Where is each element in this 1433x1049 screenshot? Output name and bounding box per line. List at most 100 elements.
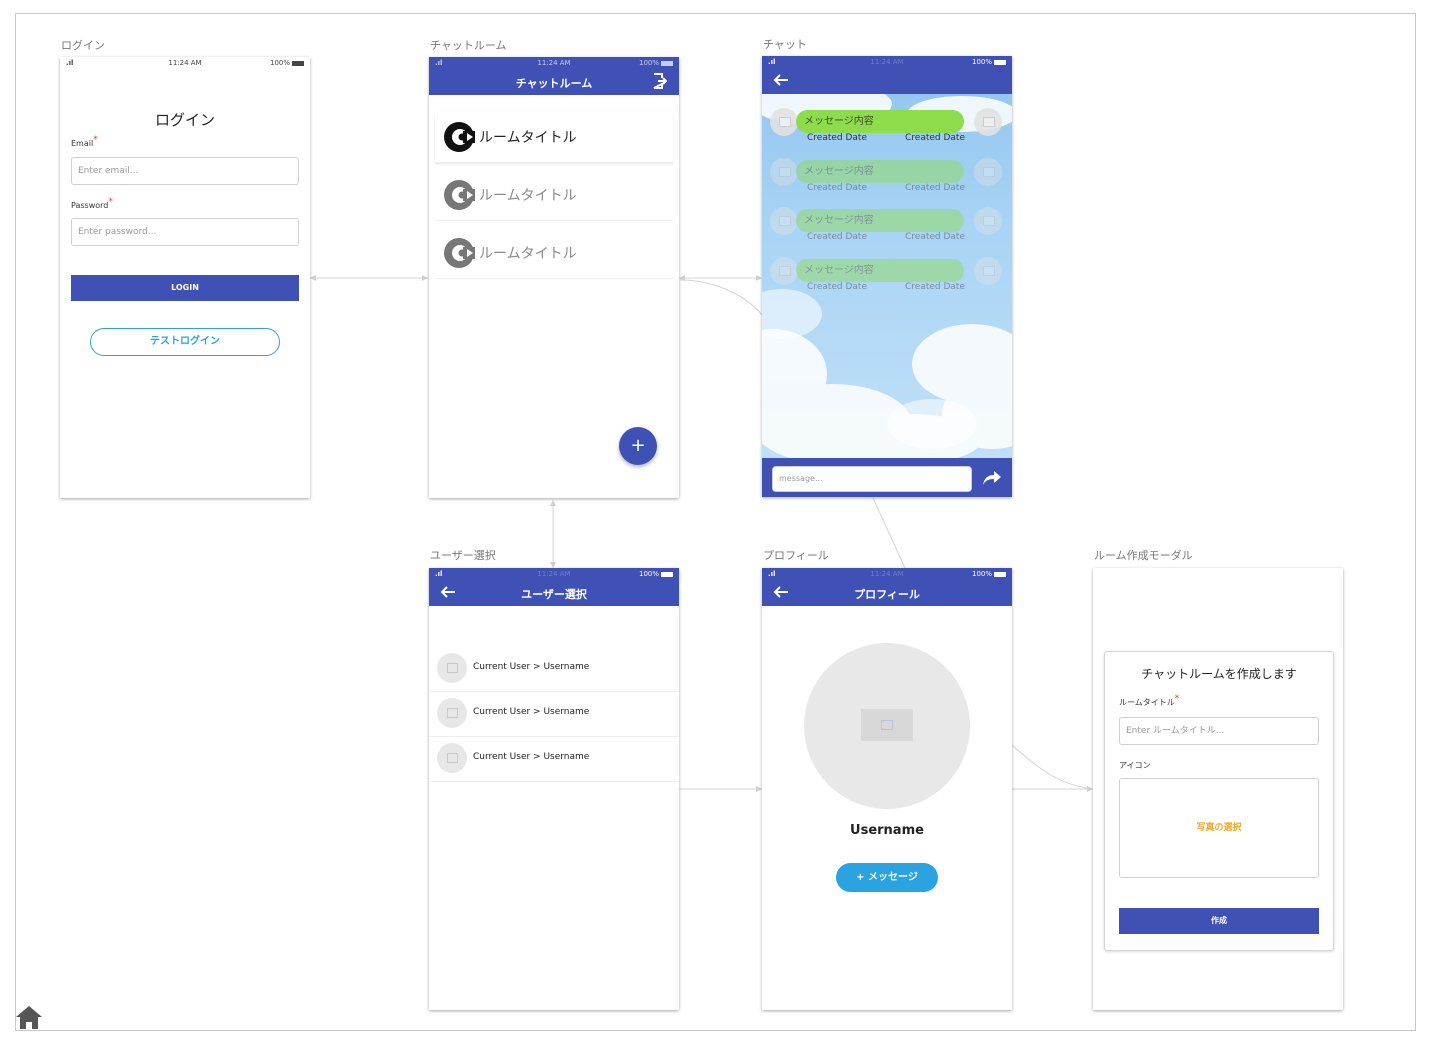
message-row: メッセージ内容 Created Date Created Date: [770, 108, 1004, 156]
user-list-item[interactable]: Current User > Username: [429, 692, 679, 737]
test-login-button[interactable]: テストログイン: [90, 328, 280, 356]
room-list-item[interactable]: ルームタイトル: [435, 170, 673, 221]
message-bubble[interactable]: メッセージ内容: [796, 110, 964, 133]
status-bar: .ıl 11:24 AM 100%: [762, 568, 1012, 582]
photo-select-area[interactable]: 写真の選択: [1119, 778, 1319, 878]
battery-indicator: 100%: [270, 59, 304, 67]
send-icon[interactable]: [982, 470, 1002, 486]
app-bar: .ıl 11:24 AM 100% ユーザー選択: [429, 568, 679, 606]
battery-icon: [661, 571, 673, 577]
icon-label: アイコン: [1119, 761, 1151, 770]
page-title: プロフィール: [854, 588, 920, 601]
battery-text: 100%: [638, 570, 659, 578]
room-title: ルームタイトル: [479, 246, 577, 262]
image-glyph: [881, 720, 893, 730]
app-bar: .ıl 11:24 AM 100% チャットルーム: [429, 57, 679, 95]
add-room-button[interactable]: +: [619, 427, 657, 465]
required-mark: *: [108, 197, 113, 207]
battery-indicator: 100%: [972, 570, 1006, 578]
image-placeholder-icon: [447, 708, 458, 718]
receiver-avatar: [974, 108, 1002, 136]
message-date: Created Date: [807, 232, 867, 242]
message-bubble[interactable]: メッセージ内容: [796, 209, 964, 232]
email-label-text: Email: [71, 139, 94, 148]
profile-username: Username: [850, 823, 924, 838]
message-date: Created Date: [905, 183, 965, 193]
sender-avatar: [770, 257, 798, 285]
battery-indicator: 100%: [972, 58, 1006, 66]
image-placeholder-icon: [983, 216, 995, 226]
room-logo-icon: [444, 122, 475, 152]
back-arrow-icon[interactable]: [772, 72, 790, 88]
rooms-screen: .ıl 11:24 AM 100% チャットルーム ルームタイトル ルームタイト…: [429, 57, 679, 498]
status-bar: .ıl 11:24 AM 100%: [429, 568, 679, 582]
battery-indicator: 100%: [639, 570, 673, 578]
room-logo-icon: [444, 238, 475, 268]
send-message-button[interactable]: + メッセージ: [836, 863, 938, 892]
room-title: ルームタイトル: [479, 130, 577, 146]
rooms-screen-caption: チャットルーム: [430, 39, 507, 52]
message-date: Created Date: [905, 133, 965, 143]
image-placeholder-icon: [447, 753, 458, 763]
message-composer: message...: [762, 458, 1012, 497]
image-placeholder-icon: [779, 266, 791, 276]
room-title-label-text: ルームタイトル: [1119, 698, 1175, 707]
sender-avatar: [770, 158, 798, 186]
image-placeholder-icon: [983, 266, 995, 276]
login-screen: .ıl 11:24 AM 100% ログイン Email* Enter emai…: [60, 57, 310, 498]
battery-text: 100%: [269, 59, 290, 67]
user-name: Current User > Username: [473, 662, 590, 672]
room-title-input[interactable]: Enter ルームタイトル...: [1119, 717, 1319, 745]
profile-screen-caption: プロフィール: [763, 549, 829, 562]
message-bubble[interactable]: メッセージ内容: [796, 259, 964, 282]
modal-screen-caption: ルーム作成モーダル: [1094, 549, 1193, 562]
user-name: Current User > Username: [473, 707, 590, 717]
room-logo-icon: [444, 180, 475, 210]
app-bar: .ıl 11:24 AM 100% プロフィール: [762, 568, 1012, 606]
battery-text: 100%: [971, 58, 992, 66]
battery-icon: [994, 59, 1006, 65]
image-placeholder-icon: [983, 167, 995, 177]
home-icon[interactable]: [15, 1004, 43, 1030]
room-title-label: ルームタイトル*: [1119, 694, 1180, 708]
room-list-item[interactable]: ルームタイトル: [435, 228, 673, 279]
login-heading: ログイン: [154, 111, 215, 129]
user-name: Current User > Username: [473, 752, 590, 762]
status-bar: .ıl 11:24 AM 100%: [762, 56, 1012, 70]
message-date: Created Date: [807, 282, 867, 292]
receiver-avatar: [974, 207, 1002, 235]
create-button[interactable]: 作成: [1119, 908, 1319, 934]
message-date: Created Date: [905, 282, 965, 292]
password-input[interactable]: Enter password...: [71, 218, 299, 246]
password-label: Password*: [71, 197, 113, 211]
login-button[interactable]: LOGIN: [71, 275, 299, 301]
image-placeholder-icon: [779, 117, 791, 127]
logout-icon[interactable]: [653, 73, 667, 89]
message-input[interactable]: message...: [772, 466, 972, 492]
user-avatar: [437, 698, 467, 728]
user-list-item[interactable]: Current User > Username: [429, 647, 679, 692]
create-room-modal-screen: チャットルームを作成します ルームタイトル* Enter ルームタイトル... …: [1093, 568, 1343, 1010]
user-list-item[interactable]: Current User > Username: [429, 737, 679, 782]
message-bubble[interactable]: メッセージ内容: [796, 160, 964, 183]
email-input[interactable]: Enter email...: [71, 157, 299, 185]
chat-screen-caption: チャット: [763, 38, 807, 51]
user-select-screen: .ıl 11:24 AM 100% ユーザー選択 Current User > …: [429, 568, 679, 1010]
dialog-heading: チャットルームを作成します: [1141, 667, 1297, 681]
user-select-screen-caption: ユーザー選択: [430, 549, 496, 562]
required-mark: *: [1174, 694, 1180, 704]
battery-text: 100%: [638, 59, 659, 67]
room-list-item[interactable]: ルームタイトル: [435, 112, 673, 163]
status-bar: .ıl 11:24 AM 100%: [429, 57, 679, 71]
profile-screen: .ıl 11:24 AM 100% プロフィール Username + メッセー…: [762, 568, 1012, 1010]
image-placeholder-icon: [861, 709, 913, 741]
create-room-dialog: チャットルームを作成します ルームタイトル* Enter ルームタイトル... …: [1104, 651, 1334, 951]
message-row: メッセージ内容 Created Date Created Date: [770, 158, 1004, 206]
battery-icon: [292, 60, 304, 66]
room-title: ルームタイトル: [479, 188, 577, 204]
page-title: チャットルーム: [515, 77, 593, 90]
message-date: Created Date: [807, 183, 867, 193]
battery-text: 100%: [971, 570, 992, 578]
image-placeholder-icon: [779, 216, 791, 226]
app-bar: .ıl 11:24 AM 100%: [762, 56, 1012, 94]
